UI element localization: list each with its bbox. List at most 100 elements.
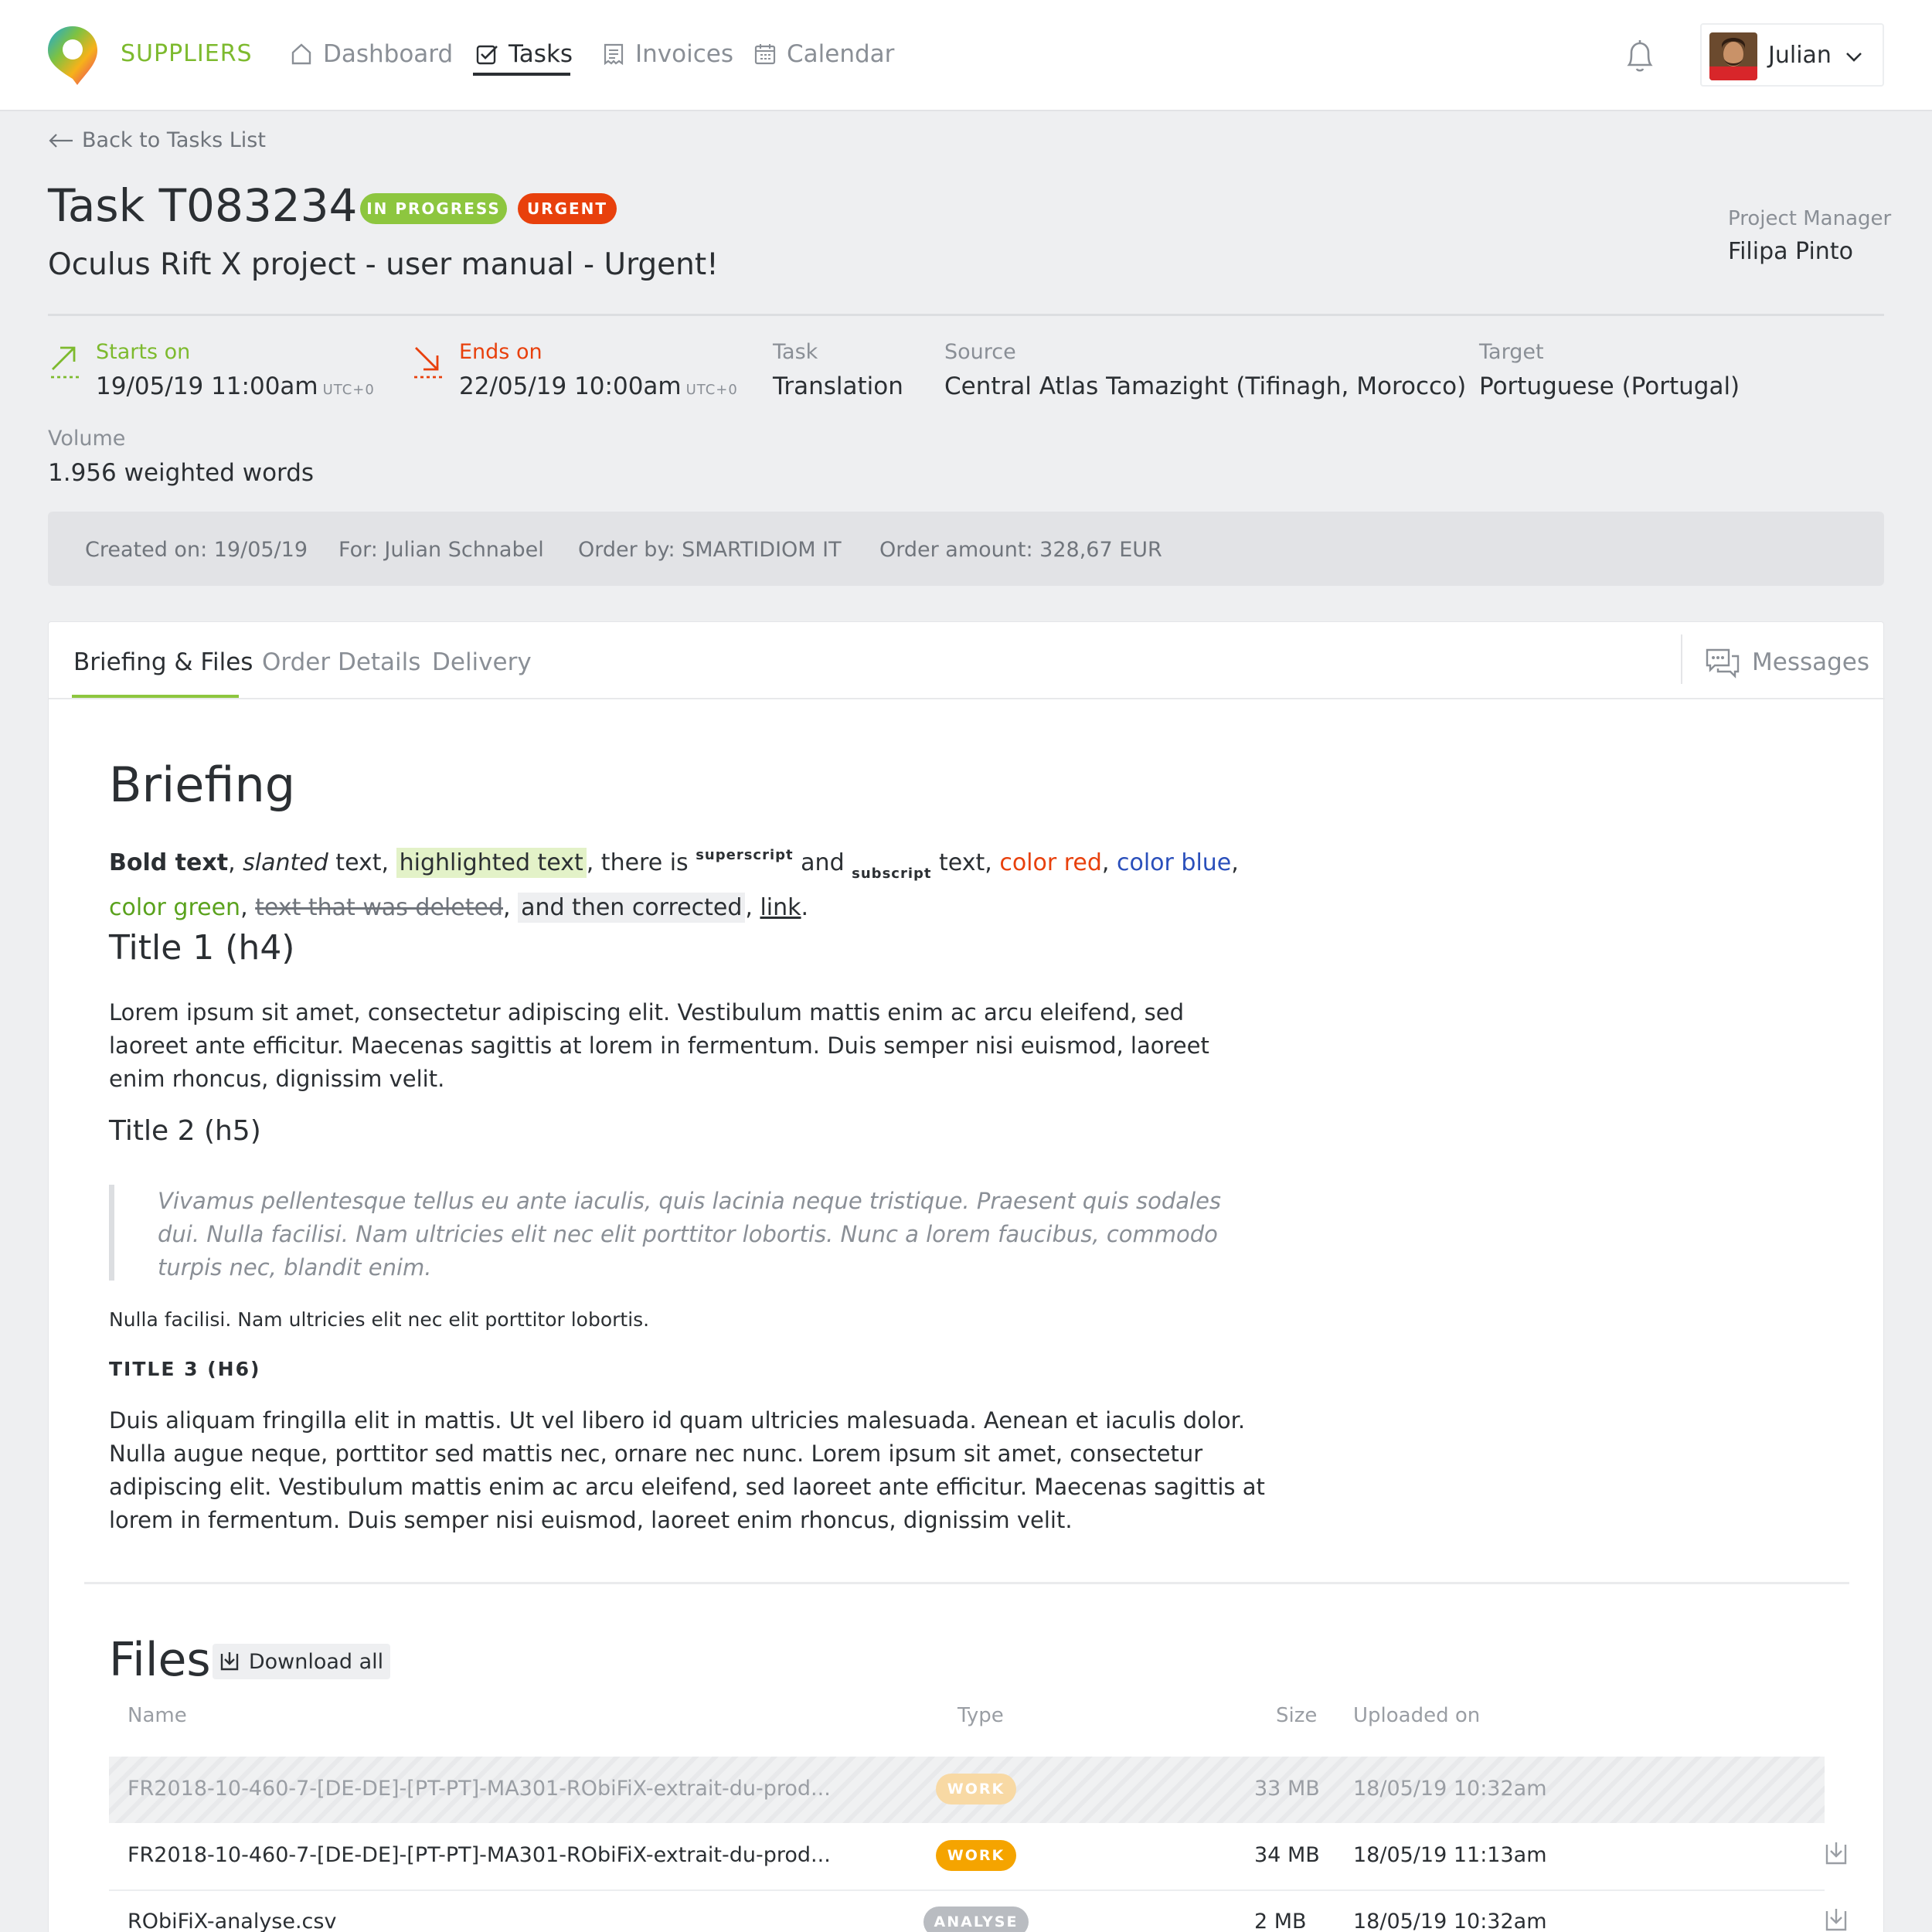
download-icon <box>220 1652 239 1671</box>
table-row[interactable]: FR2018-10-460-7-[DE-DE]-[PT-PT]-MA301-RO… <box>109 1823 1847 1889</box>
starts-on-value: 19/05/19 11:00am UTC+0 <box>96 372 375 400</box>
text-sep: , <box>228 849 243 876</box>
briefing-title-h6: TITLE 3 (H6) <box>109 1358 261 1380</box>
blue-text: color blue <box>1117 849 1232 876</box>
source-language-label: Source <box>944 340 1016 364</box>
avatar <box>1709 32 1757 80</box>
text-sep: and <box>793 849 852 876</box>
download-icon[interactable] <box>1825 1840 1848 1866</box>
nav-calendar[interactable]: Calendar <box>753 40 894 68</box>
file-type-badge: WORK <box>936 1774 1016 1804</box>
tab-delivery[interactable]: Delivery <box>432 648 532 676</box>
deleted-text: text that was deleted <box>255 894 503 921</box>
brand-logo-icon[interactable] <box>46 25 99 87</box>
tab-briefing-files[interactable]: Briefing & Files <box>73 648 253 676</box>
briefing-paragraph-2: Duis aliquam fringilla elit in mattis. U… <box>109 1407 1265 1533</box>
nav-tasks[interactable]: Tasks <box>474 40 573 68</box>
file-size: 33 MB <box>1254 1777 1320 1801</box>
nav-dashboard[interactable]: Dashboard <box>289 40 453 68</box>
download-icon[interactable] <box>1825 1906 1848 1932</box>
text-sep: text, <box>328 849 396 876</box>
messages-button[interactable]: Messages <box>1704 645 1869 679</box>
text-sep: text, <box>931 849 1000 876</box>
user-name: Julian <box>1768 42 1832 69</box>
calendar-icon <box>754 44 776 65</box>
file-uploaded-on: 18/05/19 10:32am <box>1353 1910 1547 1932</box>
starts-on-date: 19/05/19 11:00am <box>96 372 318 400</box>
nav-invoices[interactable]: Invoices <box>601 40 733 68</box>
tabs-divider <box>49 698 1885 699</box>
start-arrow-icon <box>51 346 79 379</box>
nav-dashboard-label: Dashboard <box>323 40 454 68</box>
back-to-tasks-link[interactable]: Back to Tasks List <box>48 128 266 152</box>
order-info-bar: Created on: 19/05/19 For: Julian Schnabe… <box>48 512 1884 586</box>
briefing-title-h4: Title 1 (h4) <box>109 928 295 968</box>
page-title: Task T083234 <box>48 179 358 232</box>
file-uploaded-on: 18/05/19 10:32am <box>1353 1777 1547 1801</box>
nav-active-indicator <box>473 73 570 76</box>
tabs-separator <box>1681 634 1682 684</box>
briefing-title-h5: Title 2 (h5) <box>109 1115 261 1147</box>
arrow-left-icon <box>49 133 73 148</box>
file-size: 34 MB <box>1254 1843 1320 1867</box>
column-header-type[interactable]: Type <box>957 1704 1004 1727</box>
status-badge: IN PROGRESS <box>360 193 507 224</box>
red-text: color red <box>999 849 1102 876</box>
column-header-uploaded[interactable]: Uploaded on <box>1353 1704 1480 1727</box>
priority-badge: URGENT <box>518 193 617 224</box>
top-navigation-bar: SUPPLIERS Dashboard Tasks Invoices Calen… <box>0 0 1932 111</box>
project-manager-label: Project Manager <box>1728 207 1892 230</box>
nav-calendar-label: Calendar <box>787 40 895 68</box>
file-name: FR2018-10-460-7-[DE-DE]-[PT-PT]-MA301-RO… <box>128 1777 831 1801</box>
checkbox-icon <box>476 45 498 65</box>
file-uploaded-on: 18/05/19 11:13am <box>1353 1843 1547 1867</box>
text-sep: , <box>1101 849 1117 876</box>
section-divider <box>84 1582 1849 1584</box>
target-language-value: Portuguese (Portugal) <box>1479 372 1740 400</box>
home-icon <box>291 43 311 65</box>
file-size: 2 MB <box>1254 1910 1307 1932</box>
brand-name: SUPPLIERS <box>121 40 253 67</box>
column-header-name[interactable]: Name <box>128 1704 187 1727</box>
download-all-button[interactable]: Download all <box>213 1644 390 1679</box>
receipt-icon <box>604 43 624 66</box>
briefing-small-paragraph: Nulla facilisi. Nam ultricies elit nec e… <box>109 1308 650 1331</box>
nav-tasks-label: Tasks <box>509 40 573 68</box>
task-subtitle: Oculus Rift X project - user manual - Ur… <box>48 247 719 282</box>
volume-label: Volume <box>48 427 126 451</box>
notifications-bell-icon[interactable] <box>1621 37 1658 76</box>
ends-on-label: Ends on <box>459 340 543 364</box>
table-row[interactable]: FR2018-10-460-7-[DE-DE]-[PT-PT]-MA301-RO… <box>109 1757 1825 1823</box>
text-sep: , <box>1231 849 1239 876</box>
tab-order-details[interactable]: Order Details <box>262 648 420 676</box>
starts-on-timezone: UTC+0 <box>322 382 375 398</box>
green-text: color green <box>109 894 241 921</box>
slanted-text: slanted <box>243 849 328 876</box>
files-heading: Files <box>109 1633 211 1687</box>
table-row[interactable]: RObiFiX-analyse.csv ANALYSE 2 MB 18/05/1… <box>109 1889 1847 1932</box>
briefing-rich-text: Bold text, slanted text, highlighted tex… <box>109 838 1253 925</box>
task-content-card: Briefing & Files Order Details Delivery … <box>48 621 1885 1932</box>
nav-invoices-label: Invoices <box>635 40 733 68</box>
briefing-blockquote: Vivamus pellentesque tellus eu ante iacu… <box>109 1185 1222 1281</box>
text-sep: . <box>801 894 809 921</box>
text-sep: , <box>240 894 256 921</box>
file-name: FR2018-10-460-7-[DE-DE]-[PT-PT]-MA301-RO… <box>128 1843 831 1867</box>
text-sep: , there is <box>586 849 696 876</box>
chevron-down-icon <box>1846 53 1862 62</box>
user-menu[interactable]: Julian <box>1700 23 1884 87</box>
created-on: Created on: 19/05/19 <box>85 538 308 562</box>
column-header-size[interactable]: Size <box>1276 1704 1317 1727</box>
task-type-value: Translation <box>773 372 903 400</box>
file-type-badge: WORK <box>936 1840 1016 1871</box>
briefing-paragraph-1: Lorem ipsum sit amet, consectetur adipis… <box>109 999 1209 1092</box>
ends-on-timezone: UTC+0 <box>685 382 738 398</box>
target-language-label: Target <box>1479 340 1544 364</box>
end-arrow-icon <box>414 347 442 379</box>
superscript-text: superscript <box>696 847 794 863</box>
ends-on-date: 22/05/19 10:00am <box>459 372 682 400</box>
briefing-link[interactable]: link <box>760 894 801 921</box>
corrected-text: and then corrected <box>518 893 746 923</box>
source-language-value: Central Atlas Tamazight (Tifinagh, Moroc… <box>944 372 1467 400</box>
header-divider <box>48 314 1884 316</box>
